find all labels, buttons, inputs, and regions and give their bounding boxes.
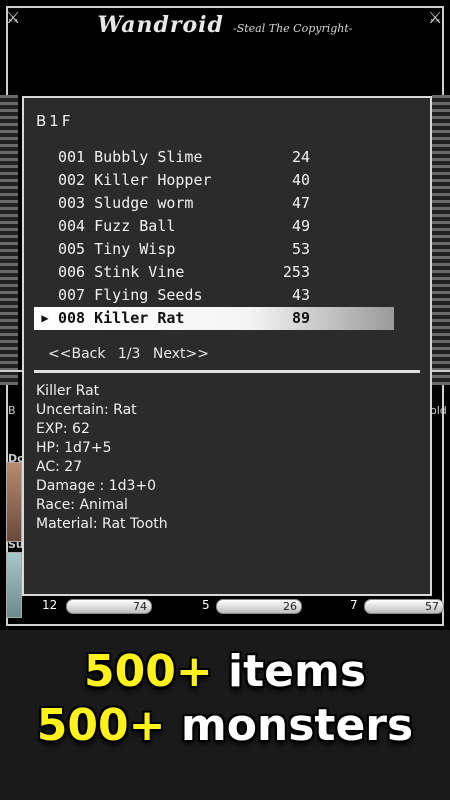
monster-value: 47 [291, 194, 310, 212]
monster-value: 89 [291, 309, 310, 327]
promo-count: 500+ [36, 700, 166, 751]
floor-label: B1F [36, 112, 74, 130]
promo-label: monsters [180, 700, 414, 751]
level-number: 5 [202, 598, 210, 612]
character-portrait[interactable] [6, 552, 22, 618]
detail-hp: HP: 1d7+5 [36, 440, 112, 456]
detail-material: Material: Rat Tooth [36, 516, 168, 532]
monster-name: 005 Tiny Wisp [58, 240, 176, 258]
hp-bar: 57 [364, 599, 444, 614]
detail-uncertain: Uncertain: Rat [36, 402, 137, 418]
game-subtitle: -Steal The Copyright- [233, 22, 353, 35]
section-divider [34, 370, 420, 373]
monster-value: 53 [291, 240, 310, 258]
triangle-right-icon: ▶ [41, 311, 49, 325]
sword-icon: ⚔ [428, 8, 443, 27]
monster-name: 006 Stink Vine [58, 263, 185, 281]
monster-name: 007 Flying Seeds [58, 286, 203, 304]
detail-race: Race: Animal [36, 497, 128, 513]
title-bar: Wandroid -Steal The Copyright- [0, 12, 450, 38]
page-indicator: 1/3 [117, 346, 141, 362]
hp-bar: 74 [66, 599, 152, 614]
list-item[interactable]: 003 Sludge worm 47 [34, 192, 394, 215]
side-label: B [8, 404, 16, 417]
list-item[interactable]: 004 Fuzz Ball 49 [34, 215, 394, 238]
sword-icon: ⚔ [6, 8, 21, 27]
monster-detail: Killer Rat Uncertain: Rat EXP: 62 HP: 1d… [36, 382, 168, 534]
list-item[interactable]: 002 Killer Hopper 40 [34, 169, 394, 192]
party-status-row: 12 74 5 26 7 57 [36, 598, 444, 616]
monster-value: 49 [291, 217, 310, 235]
wall-texture-right [432, 95, 450, 385]
list-item[interactable]: 006 Stink Vine 253 [34, 261, 394, 284]
game-title: Wandroid [97, 12, 224, 38]
list-item-selected[interactable]: ▶ 008 Killer Rat 89 [34, 307, 394, 330]
back-button[interactable]: <<Back [48, 346, 105, 362]
monster-list-dialog: B1F 001 Bubbly Slime 24 002 Killer Hoppe… [22, 96, 432, 596]
monster-value: 24 [291, 148, 310, 166]
list-item[interactable]: 007 Flying Seeds 43 [34, 284, 394, 307]
pagination: <<Back 1/3 Next>> [48, 346, 217, 362]
promo-line-monsters: 500+ monsters [0, 699, 450, 753]
promo-count: 500+ [83, 646, 213, 697]
detail-damage: Damage : 1d3+0 [36, 478, 157, 494]
level-number: 12 [42, 598, 58, 612]
monster-list: 001 Bubbly Slime 24 002 Killer Hopper 40… [34, 146, 394, 330]
next-button[interactable]: Next>> [153, 346, 209, 362]
promo-banner: 500+ items 500+ monsters [0, 645, 450, 753]
character-portrait[interactable] [6, 462, 22, 542]
list-item[interactable]: 005 Tiny Wisp 53 [34, 238, 394, 261]
monster-name: 004 Fuzz Ball [58, 217, 176, 235]
monster-value: 253 [282, 263, 310, 281]
promo-line-items: 500+ items [0, 645, 450, 699]
hp-bar: 26 [216, 599, 302, 614]
detail-name: Killer Rat [36, 383, 100, 399]
detail-ac: AC: 27 [36, 459, 83, 475]
monster-value: 40 [291, 171, 310, 189]
detail-exp: EXP: 62 [36, 421, 90, 437]
list-item[interactable]: 001 Bubbly Slime 24 [34, 146, 394, 169]
wall-texture-left [0, 95, 18, 385]
monster-name: 003 Sludge worm [58, 194, 194, 212]
monster-name: 008 Killer Rat [58, 309, 185, 327]
monster-name: 002 Killer Hopper [58, 171, 212, 189]
promo-label: items [228, 646, 367, 697]
monster-name: 001 Bubbly Slime [58, 148, 203, 166]
level-number: 7 [350, 598, 358, 612]
side-label: old [430, 404, 447, 417]
monster-value: 43 [291, 286, 310, 304]
